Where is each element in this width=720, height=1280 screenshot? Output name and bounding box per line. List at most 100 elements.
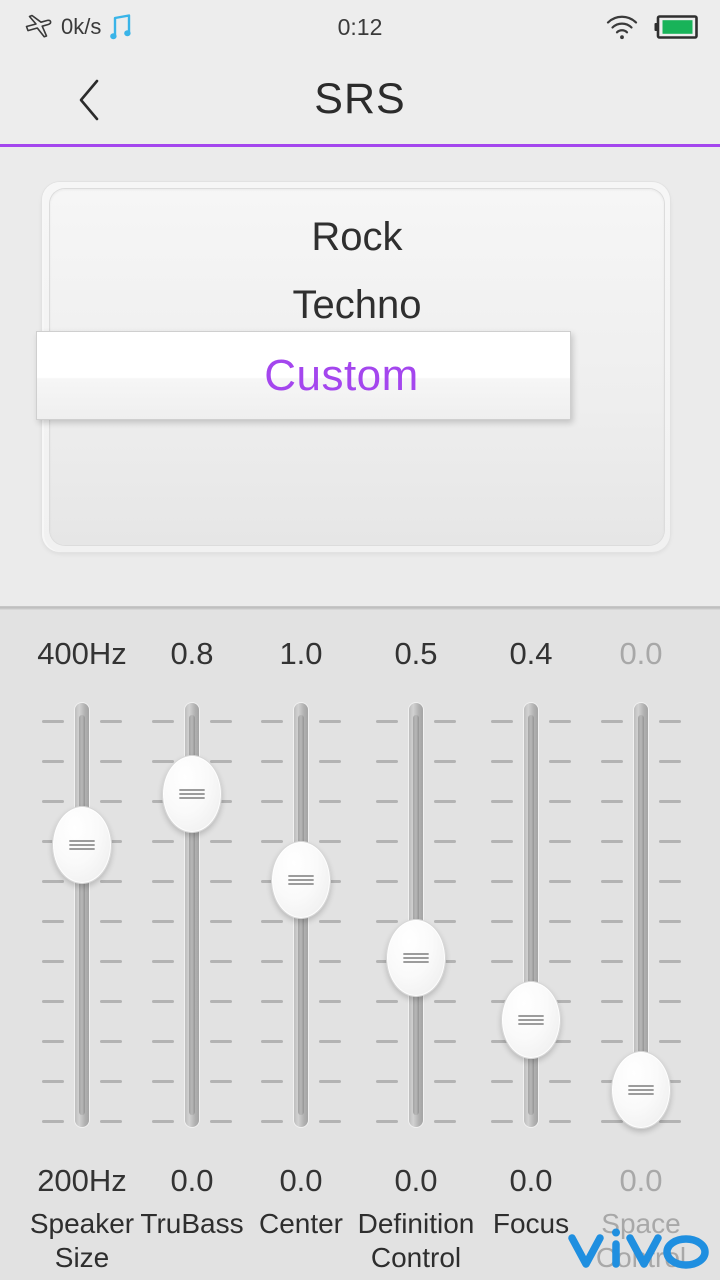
tick-mark (261, 960, 283, 963)
tick-mark (42, 960, 64, 963)
tick-mark (261, 760, 283, 763)
slider-thumb-center[interactable] (271, 840, 331, 919)
tick-mark (152, 1080, 174, 1083)
tick-mark (376, 760, 398, 763)
slider-track-5[interactable] (474, 698, 588, 1138)
tick-mark (549, 960, 571, 963)
slider-track-bar[interactable] (409, 703, 423, 1127)
status-bar-right (606, 0, 698, 54)
grip-lines-icon (179, 789, 205, 799)
tick-mark (261, 1040, 283, 1043)
tick-mark (376, 920, 398, 923)
slider-bottom-value: 0.0 (170, 1163, 214, 1198)
tick-mark (319, 1080, 341, 1083)
tick-mark (659, 880, 681, 883)
preset-picker-inner-frame: Rock Techno Custom Custom (36, 189, 664, 545)
tick-mark (376, 800, 398, 803)
tick-mark (261, 1000, 283, 1003)
preset-picker-area: Rock Techno Custom Custom (0, 147, 720, 608)
slider-thumb-speaker-size[interactable] (52, 805, 112, 884)
tick-mark (659, 960, 681, 963)
tick-mark (434, 720, 456, 723)
tick-mark (376, 840, 398, 843)
tick-mark (549, 880, 571, 883)
tick-mark (601, 1000, 623, 1003)
tick-mark (319, 920, 341, 923)
tick-mark (491, 840, 513, 843)
tick-mark (210, 720, 232, 723)
slider-column-definition-control: 0.5 0.0 Definition Control (358, 610, 475, 1280)
slider-thumb-trubass[interactable] (162, 755, 222, 833)
tick-mark (434, 1120, 456, 1123)
grip-lines-icon (69, 839, 95, 850)
tick-mark (491, 800, 513, 803)
clock-label: 0:12 (337, 13, 383, 40)
tick-mark (152, 840, 174, 843)
preset-selection-highlight[interactable]: Custom (36, 331, 571, 420)
tick-mark (319, 1040, 341, 1043)
tick-mark (210, 760, 232, 763)
slider-label-center: Center (238, 1207, 364, 1241)
preset-option-techno[interactable]: Techno (50, 271, 664, 339)
tick-mark (261, 800, 283, 803)
tick-mark (601, 840, 623, 843)
slider-track-4[interactable] (359, 698, 473, 1138)
tick-mark (434, 1040, 456, 1043)
tick-mark (549, 720, 571, 723)
tick-mark (42, 800, 64, 803)
tick-mark (549, 760, 571, 763)
grip-lines-icon (518, 1015, 544, 1026)
slider-label-trubass: TruBass (129, 1207, 255, 1241)
tick-mark (152, 1120, 174, 1123)
tick-mark (319, 840, 341, 843)
slider-top-value: 0.4 (509, 636, 553, 671)
slider-track-3[interactable] (244, 698, 358, 1138)
tick-mark (210, 840, 232, 843)
slider-track-1[interactable] (25, 698, 139, 1138)
slider-top-value: 0.0 (619, 636, 663, 671)
tick-mark (152, 880, 174, 883)
slider-track-2[interactable] (135, 698, 249, 1138)
tick-mark (100, 1040, 122, 1043)
tick-mark (491, 1080, 513, 1083)
slider-thumb-definition-control[interactable] (386, 918, 446, 997)
slider-bottom-value: 0.0 (509, 1163, 553, 1198)
tick-mark (100, 1000, 122, 1003)
slider-bottom-value: 0.0 (619, 1163, 663, 1198)
tick-mark (261, 720, 283, 723)
tick-mark (100, 760, 122, 763)
title-bar: SRS (0, 54, 720, 145)
slider-track-groove (413, 715, 419, 1115)
tick-mark (434, 880, 456, 883)
back-button[interactable] (52, 54, 126, 145)
tick-mark (100, 920, 122, 923)
wifi-icon (606, 14, 638, 40)
tick-mark (601, 760, 623, 763)
tick-mark (42, 920, 64, 923)
grip-lines-icon (403, 952, 429, 963)
tick-mark (434, 800, 456, 803)
slider-track-bar[interactable] (75, 703, 89, 1127)
preset-option-rock[interactable]: Rock (50, 203, 664, 271)
tick-mark (491, 1120, 513, 1123)
slider-label-line: Definition (357, 1208, 475, 1239)
slider-thumb-focus[interactable] (501, 981, 561, 1060)
slider-column-trubass: 0.8 0.0 TruBass (135, 610, 249, 1280)
tick-mark (434, 760, 456, 763)
slider-track-6[interactable] (584, 698, 698, 1138)
tick-mark (261, 1120, 283, 1123)
tick-mark (491, 960, 513, 963)
tick-mark (152, 920, 174, 923)
slider-thumb-space-control[interactable] (611, 1051, 671, 1130)
tick-mark (100, 880, 122, 883)
tick-mark (491, 920, 513, 923)
slider-track-bar[interactable] (524, 703, 538, 1127)
tick-mark (659, 1120, 681, 1123)
tick-mark (42, 880, 64, 883)
slider-track-groove (79, 715, 85, 1115)
slider-bottom-value: 0.0 (279, 1163, 323, 1198)
tick-mark (659, 840, 681, 843)
tick-mark (601, 800, 623, 803)
tick-mark (549, 920, 571, 923)
slider-label-line: Center (258, 1208, 344, 1239)
